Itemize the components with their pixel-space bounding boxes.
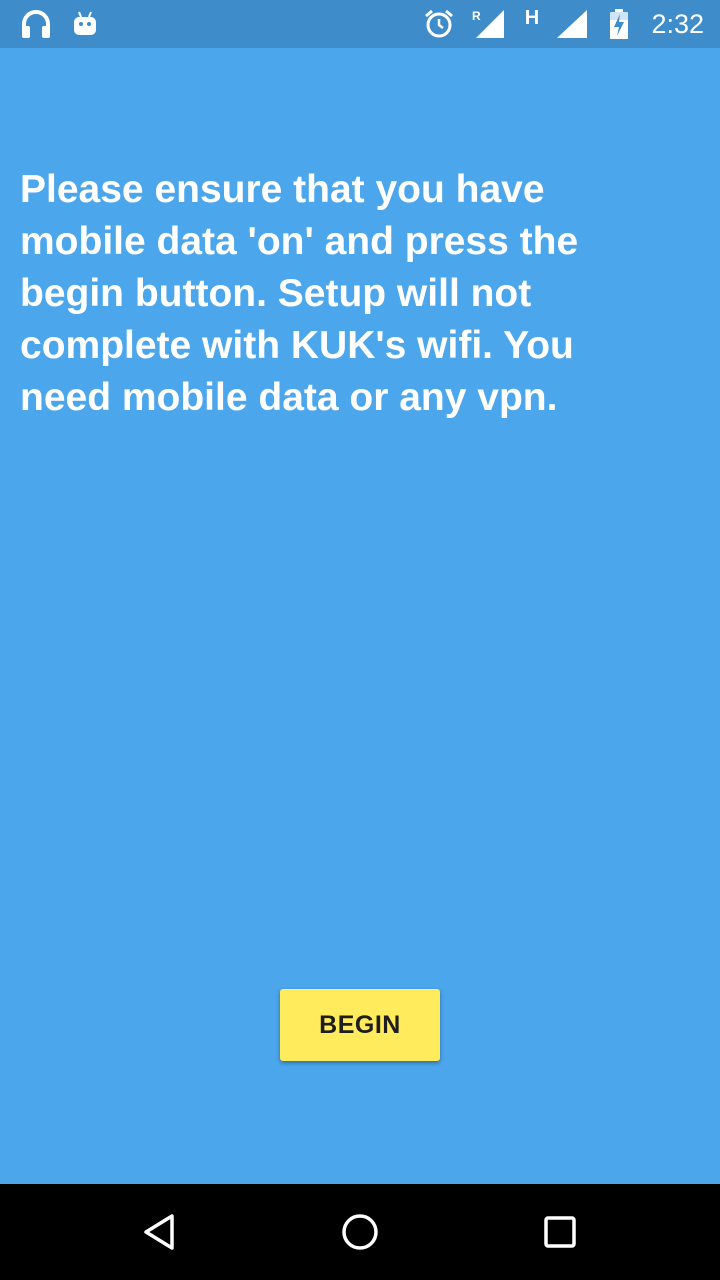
status-bar: R H 2:32: [0, 0, 720, 48]
battery-charging-icon: [607, 8, 631, 40]
recents-icon[interactable]: [536, 1208, 584, 1256]
android-icon: [72, 8, 98, 40]
status-time: 2:32: [651, 9, 704, 39]
back-icon[interactable]: [136, 1208, 184, 1256]
signal-roaming-icon: R: [470, 8, 506, 40]
headphones-icon: [18, 8, 54, 40]
setup-screen: R H 2:32 Please ensure that you have mob…: [0, 0, 720, 1280]
home-icon[interactable]: [336, 1208, 384, 1256]
alarm-icon: [423, 8, 455, 40]
svg-text:R: R: [472, 9, 481, 23]
begin-button[interactable]: BEGIN: [280, 989, 440, 1061]
network-type-icon: H: [524, 6, 540, 29]
signal-icon: [554, 8, 590, 40]
navigation-bar: [0, 1184, 720, 1280]
setup-instructions: Please ensure that you have mobile data …: [20, 168, 579, 419]
